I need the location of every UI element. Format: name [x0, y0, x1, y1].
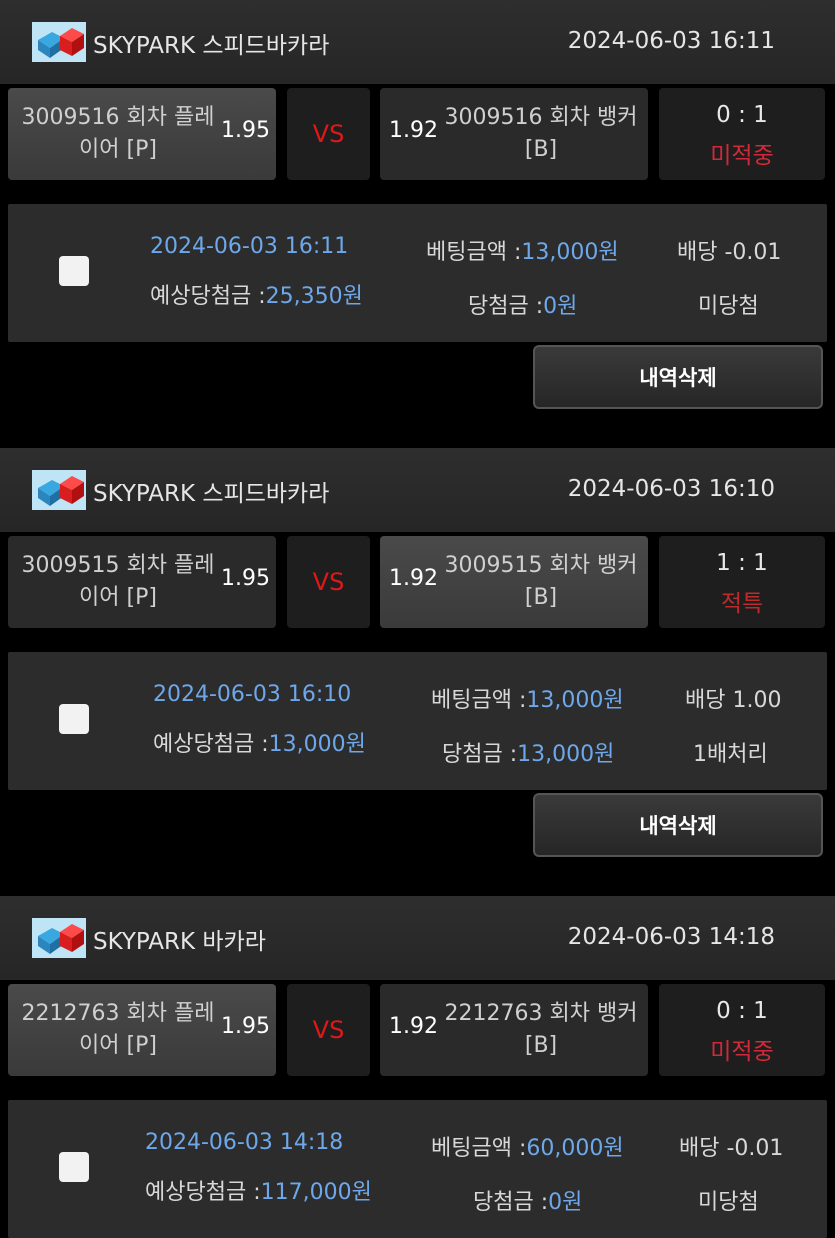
expected-amount: 25,350원 — [265, 284, 363, 309]
game-time: 2024-06-03 14:18 — [567, 924, 775, 950]
player-label-line1: 3009515 회차 플레 — [21, 553, 215, 578]
player-pick[interactable]: 2212763 회차 플레 이어 [P] 1.95 — [8, 984, 276, 1076]
select-checkbox[interactable] — [59, 256, 89, 286]
vs-label: VS — [287, 984, 370, 1076]
expected-amount: 13,000원 — [268, 732, 366, 757]
card-header: SKYPARK 바카라 2024-06-03 14:18 — [0, 896, 835, 980]
bet-detail: 2024-06-03 16:10 예상당첨금 :13,000원 베팅금액 :13… — [8, 652, 827, 790]
banker-odds: 1.92 — [389, 1014, 438, 1039]
player-pick[interactable]: 3009516 회차 플레 이어 [P] 1.95 — [8, 88, 276, 180]
player-label-line2: 이어 [P] — [79, 1033, 157, 1058]
banker-pick[interactable]: 1.92 3009515 회차 뱅커 [B] — [380, 536, 648, 628]
expected-label: 예상당첨금 : — [153, 732, 269, 757]
status-badge: 미적중 — [710, 143, 774, 169]
delete-history-button[interactable]: 내역삭제 — [533, 793, 823, 857]
player-odds: 1.95 — [221, 1014, 270, 1039]
banker-label-line1: 3009515 회차 뱅커 — [444, 553, 638, 578]
card-header: SKYPARK 스피드바카라 2024-06-03 16:10 — [0, 448, 835, 532]
win-amount: 13,000원 — [517, 742, 615, 767]
win-label: 당첨금 : — [442, 742, 518, 767]
player-label-line2: 이어 [P] — [79, 137, 157, 162]
banker-pick[interactable]: 1.92 3009516 회차 뱅커 [B] — [380, 88, 648, 180]
payout: 배당 1.00 — [685, 688, 782, 713]
score-box: 1 : 1 적특 — [659, 536, 825, 628]
score-value: 1 : 1 — [716, 550, 768, 576]
player-odds: 1.95 — [221, 566, 270, 591]
bet-amount: 13,000원 — [521, 240, 619, 265]
game-time: 2024-06-03 16:10 — [567, 476, 775, 502]
win-amount: 0원 — [548, 1190, 583, 1215]
banker-odds: 1.92 — [389, 118, 438, 143]
bet-time: 2024-06-03 16:10 — [153, 682, 352, 707]
vs-label: VS — [287, 88, 370, 180]
status-badge: 적특 — [720, 591, 764, 617]
payout: 배당 -0.01 — [679, 1136, 784, 1161]
score-value: 0 : 1 — [716, 998, 768, 1024]
select-checkbox[interactable] — [59, 1152, 89, 1182]
game-name: SKYPARK 스피드바카라 — [93, 481, 330, 507]
banker-odds: 1.92 — [389, 566, 438, 591]
player-pick[interactable]: 3009515 회차 플레 이어 [P] 1.95 — [8, 536, 276, 628]
banker-label-line2: [B] — [524, 585, 558, 610]
expected-amount: 117,000원 — [260, 1180, 372, 1205]
bet-time: 2024-06-03 16:11 — [150, 234, 349, 259]
game-name: SKYPARK 스피드바카라 — [93, 33, 330, 59]
bet-amount: 60,000원 — [526, 1136, 624, 1161]
bet-detail: 2024-06-03 16:11 예상당첨금 :25,350원 베팅금액 :13… — [8, 204, 827, 342]
bet-amount-label: 베팅금액 : — [431, 688, 527, 713]
skypark-logo-icon — [32, 22, 86, 62]
card-header: SKYPARK 스피드바카라 2024-06-03 16:11 — [0, 0, 835, 84]
score-box: 0 : 1 미적중 — [659, 88, 825, 180]
expected-label: 예상당첨금 : — [150, 284, 266, 309]
bet-amount-label: 베팅금액 : — [431, 1136, 527, 1161]
expected-label: 예상당첨금 : — [145, 1180, 261, 1205]
player-label-line2: 이어 [P] — [79, 585, 157, 610]
banker-label-line1: 2212763 회차 뱅커 — [444, 1001, 638, 1026]
player-odds: 1.95 — [221, 118, 270, 143]
bet-amount-label: 베팅금액 : — [426, 240, 522, 265]
skypark-logo-icon — [32, 918, 86, 958]
result: 미당첨 — [698, 1190, 759, 1215]
select-checkbox[interactable] — [59, 704, 89, 734]
banker-pick[interactable]: 1.92 2212763 회차 뱅커 [B] — [380, 984, 648, 1076]
score-value: 0 : 1 — [716, 102, 768, 128]
win-label: 당첨금 : — [468, 294, 544, 319]
game-time: 2024-06-03 16:11 — [567, 28, 775, 54]
banker-label-line1: 3009516 회차 뱅커 — [444, 105, 638, 130]
result: 1배처리 — [693, 742, 768, 767]
score-box: 0 : 1 미적중 — [659, 984, 825, 1076]
banker-label-line2: [B] — [524, 137, 558, 162]
player-label-line1: 2212763 회차 플레 — [21, 1001, 215, 1026]
win-amount: 0원 — [543, 294, 578, 319]
win-label: 당첨금 : — [473, 1190, 549, 1215]
bet-amount: 13,000원 — [526, 688, 624, 713]
player-label-line1: 3009516 회차 플레 — [21, 105, 215, 130]
result: 미당첨 — [698, 294, 759, 319]
vs-label: VS — [287, 536, 370, 628]
game-name: SKYPARK 바카라 — [93, 929, 266, 955]
status-badge: 미적중 — [710, 1039, 774, 1065]
payout: 배당 -0.01 — [677, 240, 782, 265]
bet-detail: 2024-06-03 14:18 예상당첨금 :117,000원 베팅금액 :6… — [8, 1100, 827, 1238]
banker-label-line2: [B] — [524, 1033, 558, 1058]
bet-time: 2024-06-03 14:18 — [145, 1130, 344, 1155]
delete-history-button[interactable]: 내역삭제 — [533, 345, 823, 409]
skypark-logo-icon — [32, 470, 86, 510]
